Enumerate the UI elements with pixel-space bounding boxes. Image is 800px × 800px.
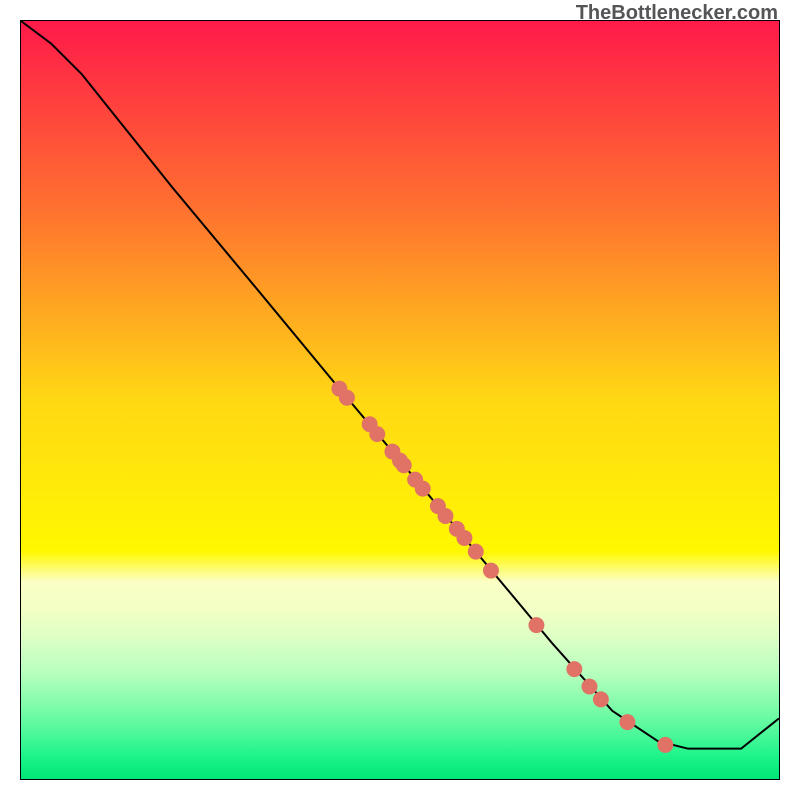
curve-layer (21, 21, 779, 779)
data-point (396, 457, 412, 473)
data-point (438, 508, 454, 524)
watermark-text: TheBottlenecker.com (576, 2, 778, 25)
data-points (331, 381, 673, 753)
data-point (619, 714, 635, 730)
data-point (483, 563, 499, 579)
data-point (582, 679, 598, 695)
bottleneck-curve (21, 21, 779, 749)
plot-area (20, 20, 780, 780)
data-point (528, 617, 544, 633)
data-point (657, 737, 673, 753)
data-point (566, 661, 582, 677)
data-point (456, 530, 472, 546)
data-point (468, 544, 484, 560)
data-point (369, 426, 385, 442)
data-point (593, 691, 609, 707)
data-point (415, 481, 431, 497)
data-point (339, 390, 355, 406)
chart-container: TheBottlenecker.com (0, 0, 800, 800)
